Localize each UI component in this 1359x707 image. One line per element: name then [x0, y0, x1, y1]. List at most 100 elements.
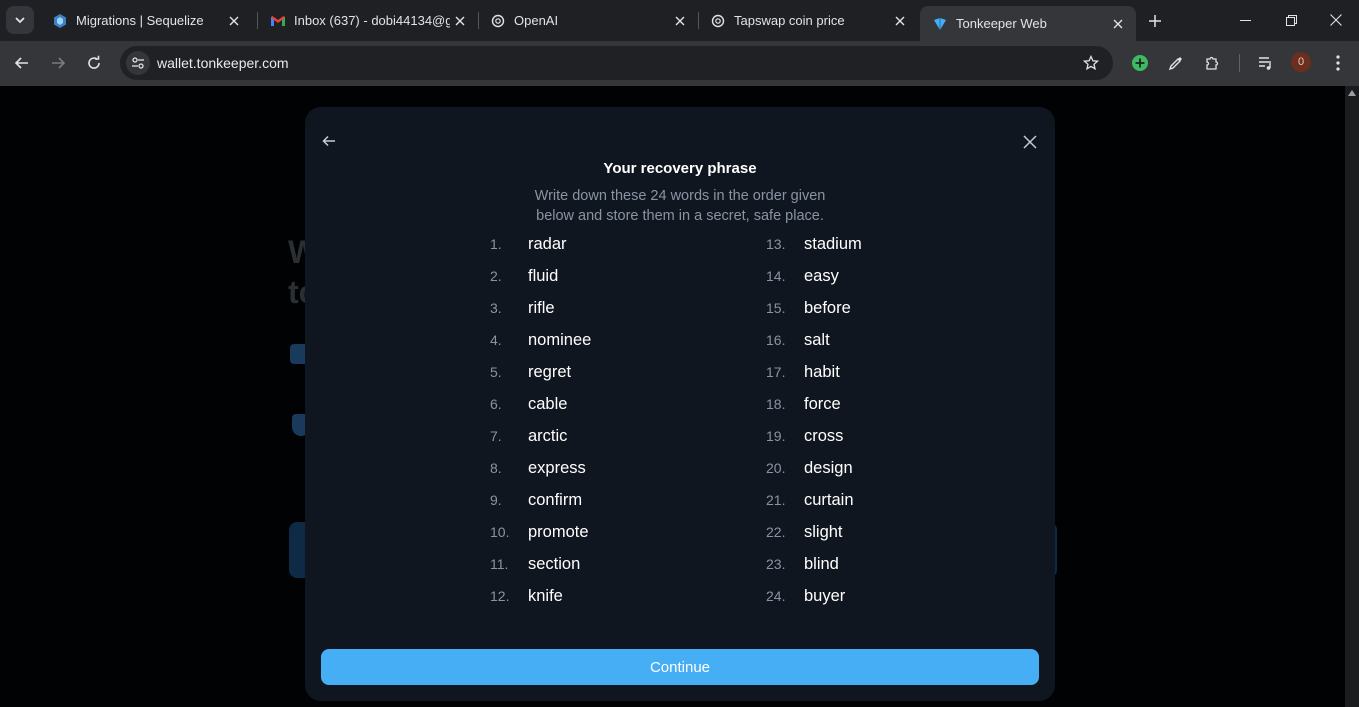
star-icon	[1083, 55, 1099, 71]
word-number: 4.	[490, 332, 502, 348]
word-text: cable	[528, 394, 568, 413]
recovery-word-item: 17. habit	[766, 356, 840, 388]
reload-button[interactable]	[80, 49, 108, 77]
scroll-up-icon[interactable]	[1348, 90, 1356, 96]
modal-description: Write down these 24 words in the order g…	[534, 188, 826, 224]
tab-title: Tapswap coin price	[734, 13, 845, 28]
reload-icon	[88, 55, 100, 69]
word-number: 24.	[766, 588, 786, 604]
queue-music-icon	[1259, 57, 1271, 70]
recovery-word-item: 4. nominee	[490, 324, 591, 356]
continue-button[interactable]: Continue	[321, 649, 1039, 685]
word-text: radar	[528, 234, 567, 253]
restore-button[interactable]	[1268, 4, 1314, 36]
modal-title: Your recovery phrase	[603, 160, 757, 177]
tab-tonkeeper[interactable]: Tonkeeper Web	[920, 6, 1136, 41]
recovery-word-item: 7. arctic	[490, 420, 567, 452]
recovery-word-item: 6. cable	[490, 388, 567, 420]
eyedropper-icon	[1168, 57, 1182, 71]
media-controls-button[interactable]	[1254, 51, 1278, 75]
recovery-phrase-modal: Your recovery phrase Write down these 24…	[305, 107, 1055, 701]
word-text: rifle	[528, 298, 555, 317]
bookmark-button[interactable]	[1081, 53, 1101, 73]
word-text: nominee	[528, 330, 592, 349]
close-tab-icon[interactable]	[1108, 14, 1128, 34]
word-text: cross	[804, 426, 844, 445]
more-vert-icon	[1336, 55, 1340, 71]
tab-search-button[interactable]	[6, 6, 34, 34]
sequelize-icon	[52, 13, 68, 29]
arrow-left-icon	[322, 135, 335, 147]
recovery-word-item: 5. regret	[490, 356, 571, 388]
word-text: curtain	[804, 490, 854, 509]
recovery-word-item: 23. blind	[766, 548, 839, 580]
browser-toolbar: wallet.tonkeeper.com 0	[0, 41, 1359, 86]
word-number: 16.	[766, 332, 786, 348]
close-tab-icon[interactable]	[890, 11, 910, 31]
browser-menu-button[interactable]	[1326, 51, 1350, 75]
recovery-word-item: 20. design	[766, 452, 853, 484]
address-bar[interactable]: wallet.tonkeeper.com	[120, 46, 1113, 80]
word-text: section	[528, 554, 581, 573]
word-text: express	[528, 458, 586, 477]
word-number: 12.	[490, 588, 510, 604]
word-number: 14.	[766, 268, 786, 284]
recovery-word-item: 21. curtain	[766, 484, 854, 516]
close-tab-icon[interactable]	[450, 11, 470, 31]
minimize-button[interactable]	[1222, 4, 1268, 36]
word-number: 2.	[490, 268, 502, 284]
tab-sequelize[interactable]: Migrations | Sequelize	[40, 6, 252, 35]
recovery-word-item: 10. promote	[490, 516, 589, 548]
recovery-word-item: 3. rifle	[490, 292, 555, 324]
recovery-word-item: 9. confirm	[490, 484, 582, 516]
word-number: 7.	[490, 428, 502, 444]
page-scrollbar[interactable]	[1345, 86, 1359, 707]
new-tab-button[interactable]	[1142, 8, 1168, 34]
close-tab-icon[interactable]	[224, 11, 244, 31]
extension-add-button[interactable]	[1128, 51, 1152, 75]
tab-openai[interactable]: OpenAI	[478, 6, 698, 35]
word-number: 11.	[490, 556, 509, 572]
word-text: habit	[804, 362, 840, 381]
url-text: wallet.tonkeeper.com	[157, 55, 289, 71]
gmail-icon	[270, 13, 286, 29]
recovery-word-item: 12. knife	[490, 580, 563, 612]
tab-gmail[interactable]: Inbox (637) - dobi44134@gm	[258, 6, 478, 35]
word-text: fluid	[528, 266, 559, 285]
tab-title: Migrations | Sequelize	[76, 13, 204, 28]
word-number: 10.	[490, 524, 510, 540]
eyedropper-button[interactable]	[1164, 51, 1188, 75]
modal-back-button[interactable]	[319, 131, 339, 151]
chevron-down-icon	[15, 17, 25, 24]
modal-close-button[interactable]	[1019, 131, 1041, 153]
site-info-button[interactable]	[126, 51, 150, 75]
close-tab-icon[interactable]	[670, 11, 690, 31]
plus-icon	[1149, 15, 1161, 27]
recovery-word-item: 11. section	[490, 548, 580, 580]
profile-avatar[interactable]: 0	[1291, 52, 1311, 72]
toolbar-separator	[1239, 54, 1240, 72]
word-number: 1.	[490, 236, 502, 252]
openai-icon	[710, 13, 726, 29]
puzzle-icon	[1206, 56, 1219, 70]
word-text: before	[804, 298, 851, 317]
recovery-word-item: 14. easy	[766, 260, 839, 292]
back-button[interactable]	[8, 49, 36, 77]
word-number: 5.	[490, 364, 502, 380]
extensions-button[interactable]	[1200, 51, 1224, 75]
tab-tapswap[interactable]: Tapswap coin price	[698, 6, 918, 35]
word-number: 15.	[766, 300, 786, 316]
word-number: 20.	[766, 460, 786, 476]
recovery-word-item: 16. salt	[766, 324, 830, 356]
word-text: stadium	[804, 234, 862, 253]
forward-button[interactable]	[44, 49, 72, 77]
word-number: 9.	[490, 492, 502, 508]
close-window-button[interactable]	[1313, 4, 1359, 36]
word-number: 21.	[766, 492, 786, 508]
word-number: 3.	[490, 300, 502, 316]
tune-icon	[132, 57, 144, 69]
word-text: promote	[528, 522, 589, 541]
tab-title: OpenAI	[514, 13, 559, 28]
word-number: 17.	[766, 364, 786, 380]
restore-icon	[1285, 14, 1297, 26]
